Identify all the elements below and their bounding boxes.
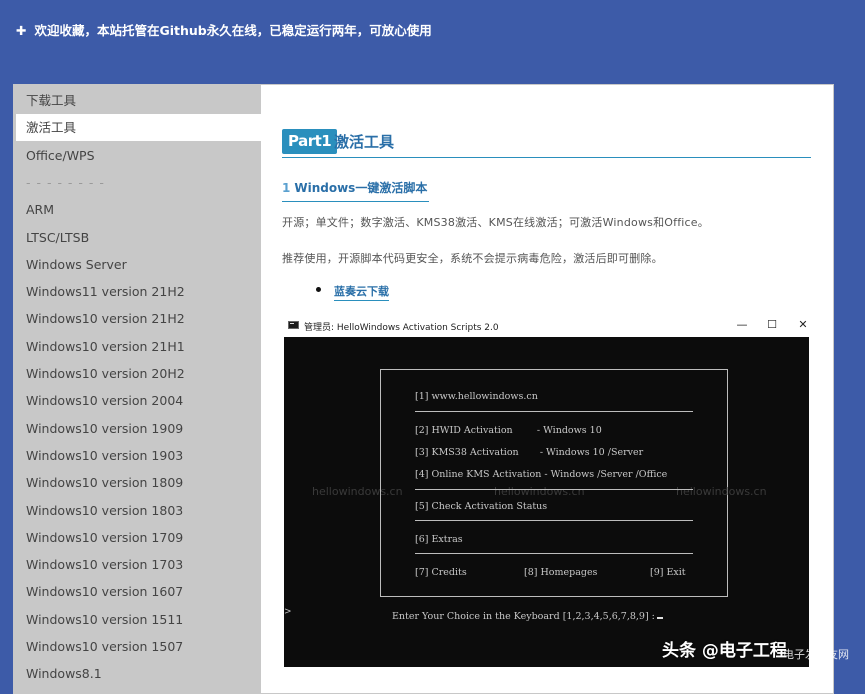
sidebar: 下载工具 激活工具 Office/WPS - - - - - - - - ARM LTSC… bbox=[14, 85, 261, 693]
site-banner: ✚ 欢迎收藏，本站托管在Github永久在线，已稳定运行两年，可放心使用 bbox=[16, 20, 432, 39]
sidebar-item[interactable]: Windows10 version 1703 bbox=[16, 551, 261, 578]
prompt-text: Enter Your Choice in the Keyboard [1,2,3… bbox=[392, 611, 655, 622]
part-badge: Part1 bbox=[282, 129, 338, 154]
menu-option-exit[interactable]: [9] Exit bbox=[650, 567, 686, 578]
menu-option-credits[interactable]: [7] Credits bbox=[415, 567, 467, 578]
console-window-screenshot: 管理员: HelloWindows Activation Scripts 2.0… bbox=[284, 315, 809, 667]
sidebar-item[interactable]: Windows Server bbox=[16, 251, 261, 278]
section-number: 1 bbox=[282, 181, 291, 195]
sidebar-item[interactable]: Windows10 version 1511 bbox=[16, 606, 261, 633]
sidebar-separator: - - - - - - - - bbox=[26, 174, 105, 190]
sidebar-item[interactable]: Windows10 version 1903 bbox=[16, 442, 261, 469]
download-link[interactable]: 蓝奏云下载 bbox=[334, 283, 389, 301]
watermark-text: hellowindows.cn bbox=[312, 485, 403, 498]
sidebar-item[interactable]: Windows10 version 21H1 bbox=[16, 333, 261, 360]
sidebar-item[interactable]: Office/WPS bbox=[16, 142, 261, 169]
sidebar-item[interactable]: Windows10 version 1607 bbox=[16, 578, 261, 605]
menu-option-check-status[interactable]: [5] Check Activation Status bbox=[415, 501, 547, 512]
sidebar-item[interactable]: Windows10 version 2004 bbox=[16, 387, 261, 414]
sidebar-item[interactable]: Windows10 version 1803 bbox=[16, 497, 261, 524]
cmd-icon bbox=[288, 321, 299, 329]
watermark-credit-small: 电子发烧友网 bbox=[783, 648, 849, 661]
menu-option-kms38[interactable]: [3] KMS38 Activation - Windows 10 /Serve… bbox=[415, 447, 643, 458]
sidebar-item[interactable]: Windows10 version 1909 bbox=[16, 415, 261, 442]
section-title: Windows一键激活脚本 bbox=[294, 181, 428, 195]
sidebar-item[interactable]: Windows10 version 1507 bbox=[16, 633, 261, 660]
text-cursor bbox=[656, 617, 663, 619]
watermark-text: hellowindows.cn bbox=[494, 485, 585, 498]
page-title: 激活工具 bbox=[334, 133, 395, 151]
content-frame: 下载工具 激活工具 Office/WPS - - - - - - - - ARM LTSC… bbox=[13, 84, 834, 694]
list-bullet bbox=[316, 287, 321, 292]
plus-icon: ✚ bbox=[16, 23, 27, 38]
sidebar-item[interactable]: Windows8.1 bbox=[16, 660, 261, 687]
main-content: Part1 激活工具 1 Windows一键激活脚本 开源；单文件；数字激活、KM… bbox=[262, 85, 833, 693]
menu-option-website[interactable]: [1] www.hellowindows.cn bbox=[415, 391, 538, 402]
console-titlebar: 管理员: HelloWindows Activation Scripts 2.0… bbox=[284, 315, 809, 337]
menu-option-hwid[interactable]: [2] HWID Activation - Windows 10 bbox=[415, 425, 602, 436]
sidebar-item[interactable]: ARM bbox=[16, 196, 261, 223]
watermark-credit: 头条 @电子工程 bbox=[662, 641, 787, 661]
part-heading: Part1 激活工具 bbox=[282, 129, 811, 158]
sidebar-item[interactable]: Windows10 version 1809 bbox=[16, 469, 261, 496]
menu-divider bbox=[415, 411, 693, 412]
menu-divider bbox=[415, 553, 693, 554]
edge-mark: > bbox=[284, 607, 292, 617]
sidebar-item[interactable]: 下载工具 bbox=[16, 87, 261, 114]
minimize-button[interactable]: — bbox=[735, 318, 749, 331]
sidebar-item[interactable]: LTSC/LTSB bbox=[16, 224, 261, 251]
section-heading: 1 Windows一键激活脚本 bbox=[282, 179, 430, 202]
maximize-button[interactable]: ☐ bbox=[765, 318, 779, 331]
sidebar-item[interactable]: Windows10 version 20H2 bbox=[16, 360, 261, 387]
menu-option-online-kms[interactable]: [4] Online KMS Activation - Windows /Ser… bbox=[415, 469, 667, 480]
menu-box bbox=[380, 369, 728, 597]
sidebar-item[interactable]: Windows10 version 1709 bbox=[16, 524, 261, 551]
menu-option-extras[interactable]: [6] Extras bbox=[415, 534, 463, 545]
sidebar-item[interactable]: Windows10 version 21H2 bbox=[16, 305, 261, 332]
description-features: 开源；单文件；数字激活、KMS38激活、KMS在线激活；可激活Windows和O… bbox=[282, 216, 709, 229]
menu-option-homepages[interactable]: [8] Homepages bbox=[524, 567, 597, 578]
console-title: 管理员: HelloWindows Activation Scripts 2.0 bbox=[304, 323, 499, 333]
console-prompt[interactable]: Enter Your Choice in the Keyboard [1,2,3… bbox=[392, 611, 663, 622]
close-button[interactable]: ✕ bbox=[796, 318, 810, 331]
description-recommendation: 推荐使用，开源脚本代码更安全，系统不会提示病毒危险，激活后即可删除。 bbox=[282, 252, 663, 265]
sidebar-item[interactable]: Windows11 version 21H2 bbox=[16, 278, 261, 305]
console-body: hellowindows.cn hellowindows.cn hellowin… bbox=[284, 337, 809, 667]
watermark-text: hellowindows.cn bbox=[676, 485, 767, 498]
sidebar-item[interactable]: 激活工具 bbox=[16, 114, 261, 142]
menu-divider bbox=[415, 520, 693, 521]
menu-divider bbox=[415, 489, 693, 490]
banner-text: 欢迎收藏，本站托管在Github永久在线，已稳定运行两年，可放心使用 bbox=[34, 23, 432, 38]
